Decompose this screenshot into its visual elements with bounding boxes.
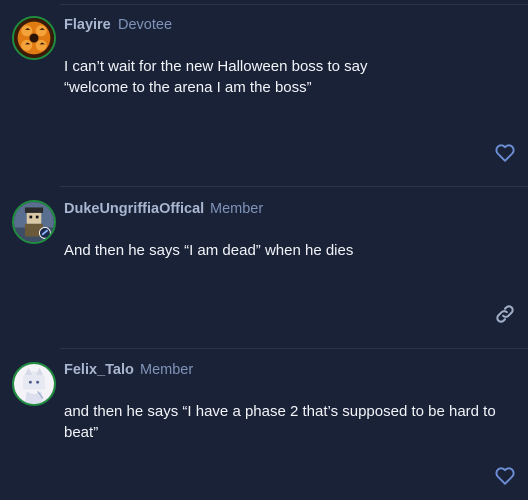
share-link-button[interactable] — [494, 303, 516, 325]
avatar-character-image — [14, 202, 54, 242]
avatar[interactable] — [12, 362, 56, 406]
username[interactable]: DukeUngriffiaOffical — [64, 201, 204, 217]
user-title: Devotee — [118, 17, 173, 33]
post-body-line: And then he says “I am dead” when he die… — [64, 242, 354, 259]
post-body: and then he says “I have a phase 2 that’… — [64, 401, 528, 443]
post-divider — [60, 186, 528, 187]
username[interactable]: Felix_Talo — [64, 362, 134, 378]
post-body-line: “welcome to the arena I am the boss” — [64, 79, 312, 96]
user-title: Member — [140, 362, 194, 378]
post-divider — [60, 348, 528, 349]
link-icon — [496, 305, 514, 323]
heart-icon — [495, 144, 515, 162]
user-title: Member — [210, 201, 264, 217]
username[interactable]: Flayire — [64, 17, 111, 33]
post-body: I can’t wait for the new Halloween boss … — [64, 56, 368, 98]
post-body: And then he says “I am dead” when he die… — [64, 240, 353, 261]
post-body-line: and then he says “I have a phase 2 that’… — [64, 403, 496, 441]
like-button[interactable] — [494, 465, 516, 487]
top-divider — [60, 4, 528, 5]
avatar-pumpkin-image — [14, 18, 54, 58]
post-body-line: I can’t wait for the new Halloween boss … — [64, 58, 368, 75]
like-button[interactable] — [494, 142, 516, 164]
heart-icon — [495, 467, 515, 485]
avatar[interactable] — [12, 200, 56, 244]
avatar[interactable] — [12, 16, 56, 60]
avatar-anime-image — [14, 364, 54, 404]
